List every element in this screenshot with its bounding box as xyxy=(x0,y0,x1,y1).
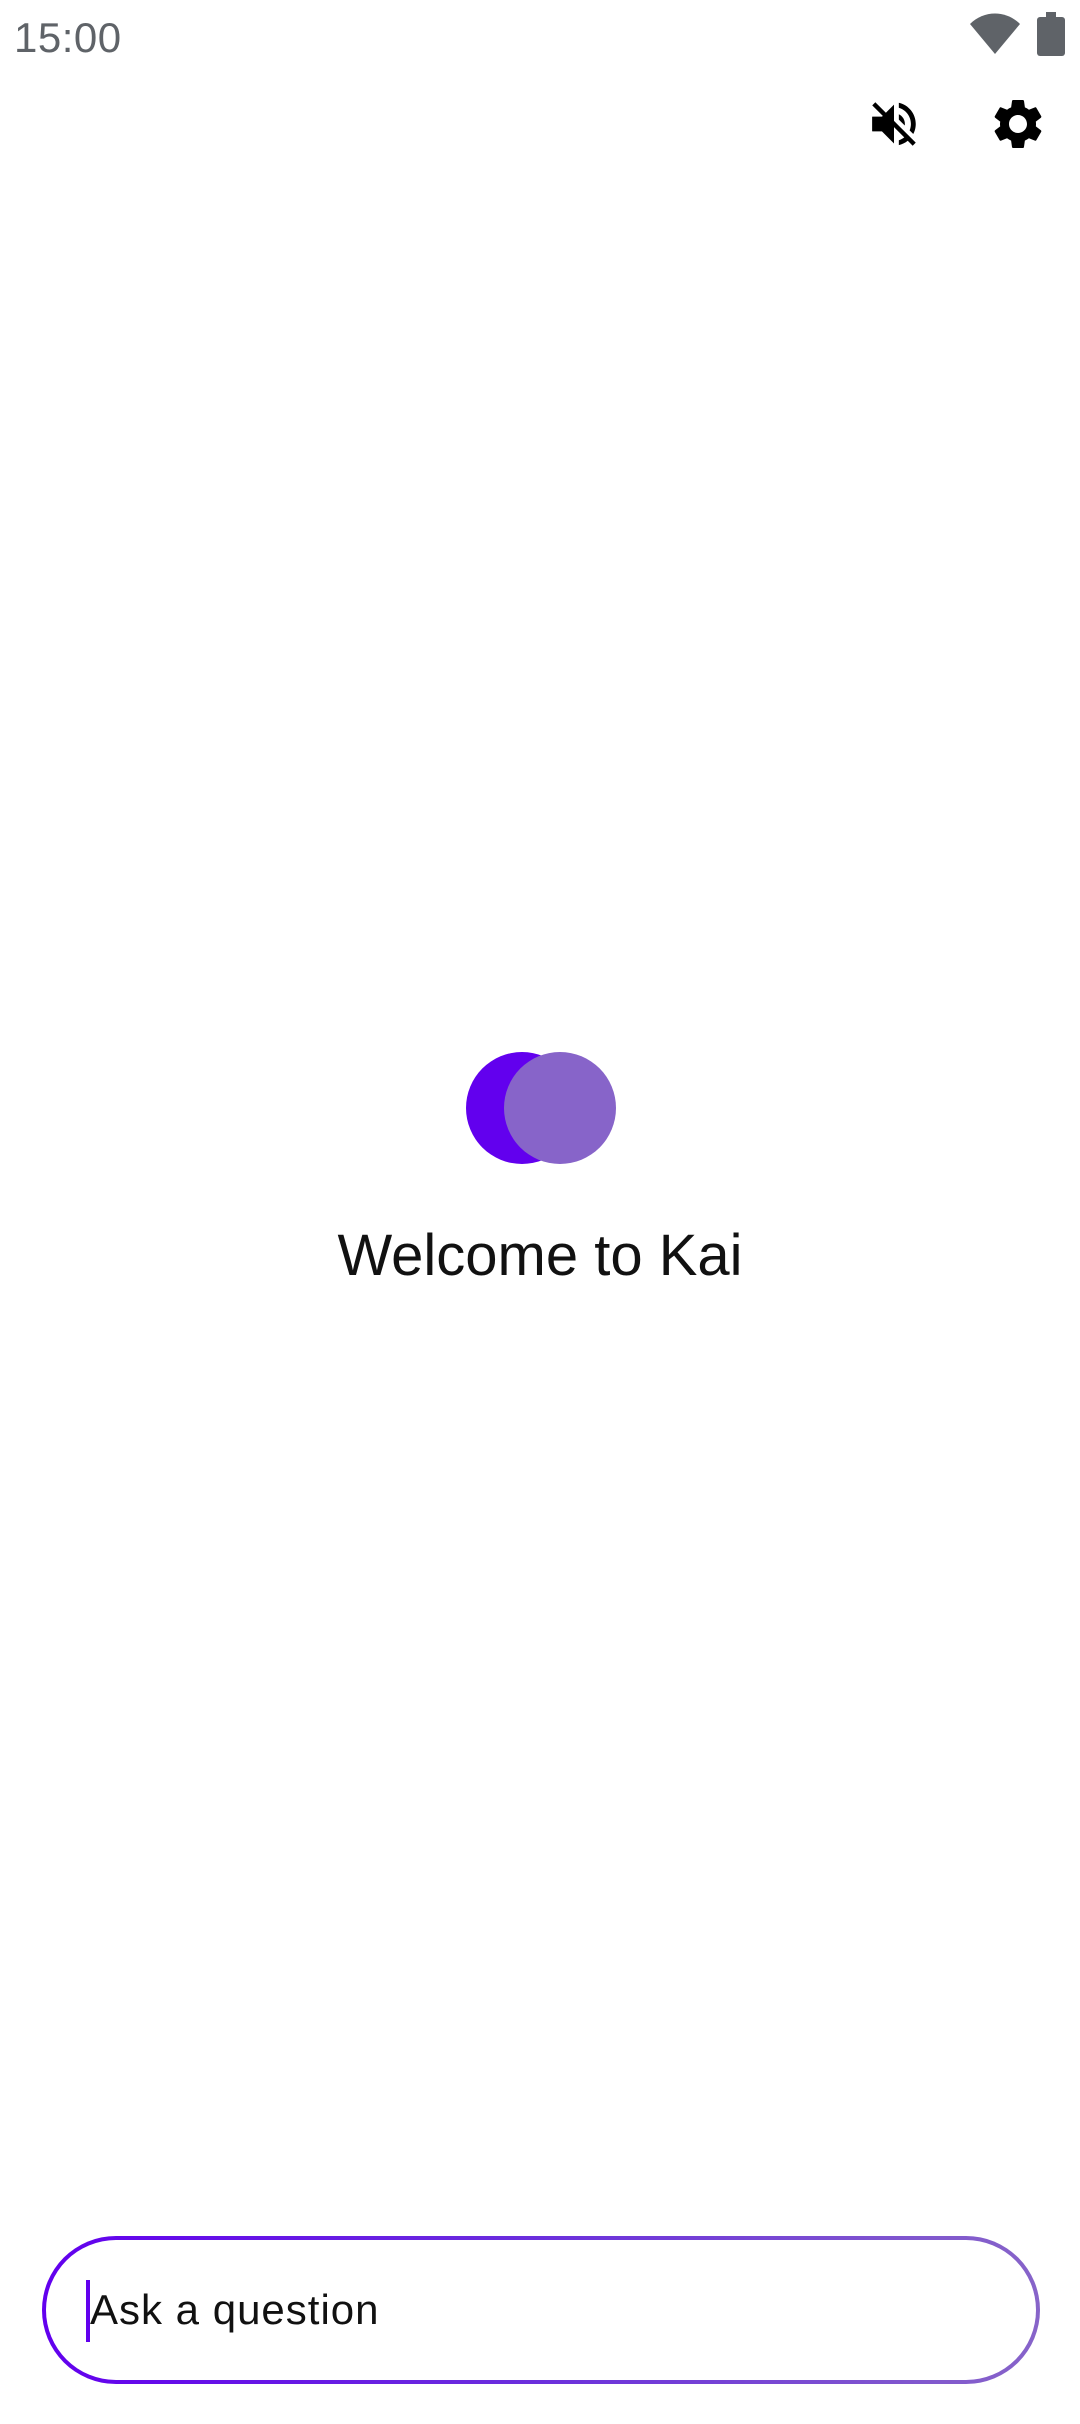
battery-icon xyxy=(1036,12,1066,61)
wifi-icon xyxy=(968,12,1022,61)
text-cursor xyxy=(86,2280,90,2342)
app-screen: 15:00 Welcome to Kai Ask a question xyxy=(0,0,1080,2424)
gear-icon xyxy=(988,94,1048,159)
settings-button[interactable] xyxy=(982,90,1054,162)
mute-button[interactable] xyxy=(858,90,930,162)
status-time: 15:00 xyxy=(14,14,122,61)
status-bar: 15:00 xyxy=(0,0,1080,80)
status-icons xyxy=(968,12,1066,61)
welcome-title: Welcome to Kai xyxy=(337,1223,743,1288)
ask-question-inner xyxy=(46,2240,1036,2380)
kai-logo xyxy=(466,1052,616,1164)
volume-off-icon xyxy=(865,95,923,158)
ask-question-field[interactable] xyxy=(42,2236,1040,2384)
ask-question-input[interactable] xyxy=(88,2285,972,2335)
